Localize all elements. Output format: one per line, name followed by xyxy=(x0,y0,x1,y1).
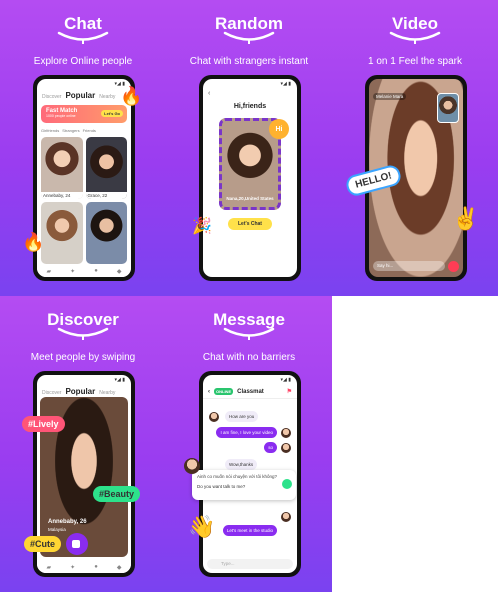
discover-nav-icon[interactable]: ✦ xyxy=(70,268,75,275)
end-call-button[interactable] xyxy=(448,261,459,272)
avatar[interactable] xyxy=(281,428,291,438)
chat-nav-icon[interactable]: ▰ xyxy=(47,564,52,571)
tab-bar: Discover Popular Nearby xyxy=(37,89,131,102)
message-nav-icon[interactable]: ● xyxy=(94,268,98,274)
message-bubble: Let's meet in the studio xyxy=(222,525,277,536)
status-bar: ▾◢ ▮ xyxy=(280,81,292,87)
message-bubble: How are you xyxy=(225,411,259,422)
filter-chips: Girlfriends Strangers Friends xyxy=(37,126,131,135)
flag-icon[interactable]: ⚑ xyxy=(287,388,292,395)
message-panel: Message Chat with no barriers ▾◢ ▮ ‹ ONL… xyxy=(166,296,332,592)
profile-nav-icon[interactable]: ◆ xyxy=(117,268,122,275)
translation-card[interactable]: Ainh co muốn nói chuyện với tôi không? D… xyxy=(192,470,296,500)
greeting: Hi,friends xyxy=(233,103,267,110)
message-subtitle: Chat with no barriers xyxy=(202,352,296,363)
profile-grid: Annebaby, 24 Grace, 22 xyxy=(37,135,131,266)
lets-chat-button[interactable]: Let's Chat xyxy=(228,218,272,230)
chip[interactable]: Strangers xyxy=(62,128,79,133)
tab-popular[interactable]: Popular xyxy=(65,91,95,100)
smile-icon xyxy=(223,327,275,340)
discover-subtitle: Meet people by swiping xyxy=(30,352,136,363)
back-icon[interactable]: ‹ xyxy=(208,90,210,97)
profile-caption: Annebaby, 24 xyxy=(41,192,83,199)
self-preview[interactable] xyxy=(437,93,459,123)
waving-hand-icon: 👋 xyxy=(188,514,216,539)
chat-header: ‹ ONLINE Classmat ⚑ xyxy=(203,385,297,399)
random-subtitle: Chat with strangers instant xyxy=(189,56,309,67)
profile-caption: Grace, 22 xyxy=(85,192,127,199)
tag-cute: #Cute xyxy=(24,536,62,552)
phone-frame: ▾◢ ▮ ‹ Hi,friends Nana,20,United States … xyxy=(199,75,301,281)
tab-discover[interactable]: Discover xyxy=(42,94,61,100)
caller-name: Melanie Mara xyxy=(373,93,407,100)
online-badge: ONLINE xyxy=(214,388,234,395)
peace-hand-icon: ✌️ xyxy=(452,206,480,231)
fast-match-banner[interactable]: Fast Match 1000 people online Let's Go xyxy=(41,105,127,123)
status-bar: ▾◢ ▮ xyxy=(114,81,126,87)
smile-icon xyxy=(389,31,441,44)
profile-card[interactable]: Grace, 22 xyxy=(85,137,127,199)
chat-subtitle: Explore Online people xyxy=(33,56,133,67)
discover-nav-icon[interactable]: ✦ xyxy=(70,564,75,571)
bottom-nav: ▰ ✦ ● ◆ xyxy=(37,265,131,277)
translated-text: Do you want talk to me? xyxy=(197,484,246,489)
message-bubble: so xyxy=(264,442,277,453)
chat-panel: Chat Explore Online people ▾◢ ▮ Discover… xyxy=(0,0,166,296)
message-input[interactable]: Type... xyxy=(207,559,293,569)
fire-icon: 🔥 xyxy=(22,232,45,252)
hi-bubble: Hi xyxy=(269,119,289,139)
avatar[interactable] xyxy=(209,412,219,422)
avatar[interactable] xyxy=(281,443,291,453)
profile-name: Annebaby, 26 xyxy=(48,519,87,525)
party-popper-icon: 🎉 xyxy=(192,218,212,235)
video-panel: Video 1 on 1 Feel the spark Melanie Mara… xyxy=(332,0,498,296)
message-bubble: Wow,thanks xyxy=(225,459,258,470)
smile-icon xyxy=(57,327,109,340)
tag-lively: #Lively xyxy=(22,416,65,432)
smile-icon xyxy=(223,31,275,44)
tab-discover[interactable]: Discover xyxy=(42,390,61,396)
tab-nearby[interactable]: Nearby xyxy=(99,94,115,100)
message-nav-icon[interactable]: ● xyxy=(94,564,98,570)
tab-nearby[interactable]: Nearby xyxy=(99,390,115,396)
video-call-button[interactable] xyxy=(66,533,88,555)
chip[interactable]: Friends xyxy=(83,128,96,133)
random-panel: Random Chat with strangers instant ▾◢ ▮ … xyxy=(166,0,332,296)
phone-screen: ▾◢ ▮ ‹ Hi,friends Nana,20,United States … xyxy=(203,79,297,277)
phone-screen: ▾◢ ▮ Discover Popular Nearby Fast Match … xyxy=(37,79,131,277)
translate-icon[interactable] xyxy=(282,479,292,489)
profile-location: Malaysia xyxy=(48,527,66,532)
video-chat-input[interactable]: Say hi... xyxy=(373,261,445,271)
fire-icon: 🔥 xyxy=(120,86,143,106)
profile-nav-icon[interactable]: ◆ xyxy=(117,564,122,571)
tag-beauty: #Beauty xyxy=(93,486,141,502)
smile-icon xyxy=(57,31,109,44)
original-text: Ainh co muốn nói chuyện với tôi không? xyxy=(197,474,278,479)
contact-name: Classmat xyxy=(237,388,264,395)
chip[interactable]: Girlfriends xyxy=(41,128,59,133)
back-icon[interactable]: ‹ xyxy=(208,389,210,395)
avatar[interactable] xyxy=(281,512,291,522)
bottom-nav: ▰ ✦ ● ◆ xyxy=(37,561,131,573)
chat-nav-icon[interactable]: ▰ xyxy=(47,268,52,275)
tab-popular[interactable]: Popular xyxy=(65,387,95,396)
profile-card[interactable] xyxy=(85,202,127,264)
match-caption: Nana,20,United States xyxy=(226,196,274,201)
avatar xyxy=(184,458,200,474)
profile-card[interactable]: Annebaby, 24 xyxy=(41,137,83,199)
message-bubble: I am fine, I love your video xyxy=(216,427,277,438)
status-bar: ▾◢ ▮ xyxy=(114,377,126,383)
video-subtitle: 1 on 1 Feel the spark xyxy=(368,56,462,67)
fast-match-cta[interactable]: Let's Go xyxy=(101,110,123,117)
profile-card[interactable] xyxy=(41,202,83,264)
status-bar: ▾◢ ▮ xyxy=(280,377,292,383)
